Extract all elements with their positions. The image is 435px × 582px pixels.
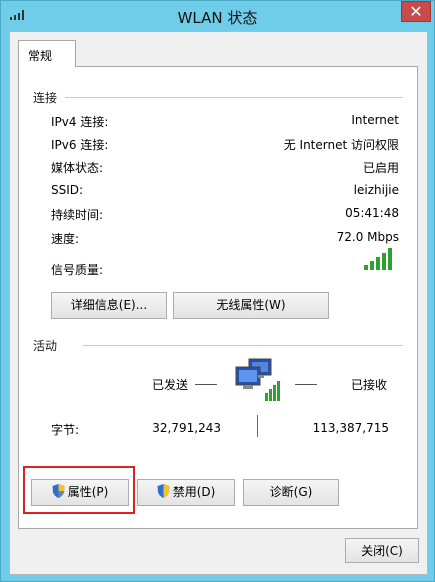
- info-row-media-state: 媒体状态: 已启用: [51, 159, 399, 177]
- disable-button[interactable]: 禁用(D): [137, 479, 235, 506]
- info-row-speed: 速度: 72.0 Mbps: [51, 230, 399, 248]
- info-value: leizhijie: [353, 183, 399, 197]
- info-row-signal: 信号质量:: [51, 261, 399, 279]
- activity-section-title: 活动: [33, 339, 58, 353]
- info-value: 已启用: [362, 161, 399, 175]
- info-label: 媒体状态:: [51, 161, 104, 175]
- details-button[interactable]: 详细信息(E)...: [51, 292, 167, 319]
- info-label: SSID:: [51, 183, 84, 197]
- network-computers-icon: [235, 358, 280, 401]
- tab-general[interactable]: 常规: [18, 40, 76, 67]
- close-icon[interactable]: ✕: [401, 1, 431, 22]
- sent-dash: [195, 384, 217, 385]
- received-label: 已接收: [351, 378, 388, 392]
- bytes-received-value: 113,387,715: [312, 421, 389, 435]
- info-row-ipv4: IPv4 连接: Internet: [51, 113, 399, 131]
- wireless-properties-button[interactable]: 无线属性(W): [173, 292, 329, 319]
- info-row-duration: 持续时间: 05:41:48: [51, 206, 399, 224]
- bytes-divider: [257, 415, 258, 437]
- section-divider: [83, 345, 403, 346]
- wlan-status-window: WLAN 状态 ✕ 常规 连接 IPv4 连接: Internet IPv6 连…: [0, 0, 435, 582]
- info-value: 72.0 Mbps: [336, 230, 399, 244]
- info-label: IPv4 连接:: [51, 115, 109, 129]
- info-value: 无 Internet 访问权限: [283, 138, 399, 152]
- title-bar[interactable]: WLAN 状态 ✕: [1, 1, 434, 31]
- properties-highlight-box: [23, 466, 135, 514]
- diagnose-button[interactable]: 诊断(G): [243, 479, 339, 506]
- info-value: 05:41:48: [345, 206, 399, 220]
- info-value: Internet: [351, 113, 399, 127]
- sent-label: 已发送: [152, 378, 189, 392]
- close-button[interactable]: 关闭(C): [345, 538, 419, 563]
- info-row-ssid: SSID: leizhijie: [51, 183, 399, 201]
- section-divider: [65, 97, 403, 98]
- bytes-sent-value: 32,791,243: [152, 421, 221, 435]
- signal-strength-icon: [364, 248, 392, 270]
- info-label: IPv6 连接:: [51, 138, 109, 152]
- disable-button-label: 禁用(D): [172, 485, 216, 499]
- info-label: 速度:: [51, 232, 80, 246]
- uac-shield-icon: [157, 484, 170, 498]
- bytes-label: 字节:: [51, 423, 80, 437]
- info-row-ipv6: IPv6 连接: 无 Internet 访问权限: [51, 136, 399, 154]
- general-panel: 连接 IPv4 连接: Internet IPv6 连接: 无 Internet…: [18, 66, 418, 529]
- connection-section-title: 连接: [33, 91, 58, 105]
- window-title: WLAN 状态: [177, 9, 258, 27]
- received-dash: [295, 384, 317, 385]
- info-label: 持续时间:: [51, 208, 104, 222]
- info-label: 信号质量:: [51, 263, 104, 277]
- dialog-body: 常规 连接 IPv4 连接: Internet IPv6 连接: 无 Inter…: [9, 31, 428, 575]
